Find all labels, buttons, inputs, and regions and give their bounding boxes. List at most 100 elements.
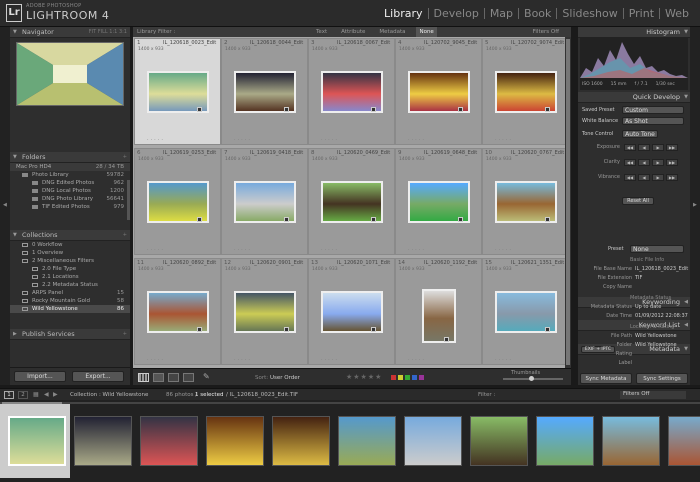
grid-view-icon[interactable]	[138, 373, 149, 382]
blue-label-icon[interactable]	[412, 375, 417, 380]
grid-cell[interactable]: 15 IL_120621_1351_Edit 1400 x 933 ·····	[482, 258, 569, 365]
rating-dots-icon[interactable]: ·····	[495, 247, 513, 253]
reset-all-button[interactable]: Reset All	[622, 197, 654, 205]
rating-dots-icon[interactable]: ·····	[408, 137, 426, 143]
qd-step-button[interactable]: ◀◀	[624, 144, 636, 151]
module-map[interactable]: Map	[485, 8, 520, 19]
module-print[interactable]: Print	[624, 8, 661, 19]
white-balance-dropdown[interactable]: As Shot	[622, 117, 684, 125]
grid-cell[interactable]: 10 IL_120620_0767_Edit 1400 x 933 ·····	[482, 148, 569, 255]
filter-tab-none[interactable]: None	[416, 27, 437, 37]
rating-dots-icon[interactable]: ·····	[147, 137, 165, 143]
collection-item[interactable]: 0 Workflow	[10, 241, 130, 249]
folder-item[interactable]: DNG Edited Photos 962	[10, 179, 130, 187]
metadata-row[interactable]: File Extension TIF	[578, 274, 690, 283]
qd-step-button[interactable]: ▶▶	[666, 159, 678, 166]
grid-cell[interactable]: 4 IL_120702_9045_Edit 1400 x 933 ·····	[395, 38, 482, 145]
filter-status[interactable]: Filters Off	[533, 27, 559, 37]
grid-cell[interactable]: 1 IL_120618_0023_Edit 1400 x 933 ·····	[134, 38, 221, 145]
module-web[interactable]: Web	[660, 8, 694, 19]
grid-cell[interactable]: 3 IL_120618_0067_Edit 1400 x 933 ·····	[308, 38, 395, 145]
filmstrip-thumbnail[interactable]	[206, 416, 264, 466]
rating-stars-icon[interactable]: ★★★★★	[346, 373, 382, 381]
rating-dots-icon[interactable]: ·····	[408, 247, 426, 253]
qd-step-button[interactable]: ▶▶	[666, 174, 678, 181]
grid-cell[interactable]: 8 IL_120620_0469_Edit 1400 x 933 ·····	[308, 148, 395, 255]
yellow-label-icon[interactable]	[398, 375, 403, 380]
rating-dots-icon[interactable]: ·····	[321, 357, 339, 363]
survey-view-icon[interactable]	[183, 373, 194, 382]
rating-dots-icon[interactable]: ·····	[321, 247, 339, 253]
loupe-view-icon[interactable]	[153, 373, 164, 382]
rating-dots-icon[interactable]: ·····	[321, 137, 339, 143]
rating-dots-icon[interactable]: ·····	[147, 247, 165, 253]
qd-step-button[interactable]: ▶	[652, 159, 664, 166]
filmstrip-thumbnail[interactable]	[668, 416, 700, 466]
filmstrip-filter-dropdown[interactable]: Filters Off	[620, 391, 686, 399]
metadata-preset-dropdown[interactable]: None	[630, 245, 684, 253]
folders-header[interactable]: ▼ Folders +	[10, 152, 130, 163]
navigator-preview[interactable]	[16, 42, 124, 106]
metadata-row[interactable]: Folder Wild Yellowstone	[578, 341, 690, 350]
qd-step-button[interactable]: ◀	[638, 144, 650, 151]
grid-cell[interactable]: 12 IL_120620_0901_Edit 1400 x 933 ·····	[221, 258, 308, 365]
compare-view-icon[interactable]	[168, 373, 179, 382]
collection-item[interactable]: 2.2 Metadata Status	[10, 281, 130, 289]
filmstrip-thumbnail[interactable]	[602, 416, 660, 466]
folder-item[interactable]: Photo Library 59782	[10, 171, 130, 179]
rating-dots-icon[interactable]: ·····	[408, 357, 426, 363]
collection-item[interactable]: Rocky Mountain Gold 58	[10, 297, 130, 305]
grid-cell[interactable]: 14 IL_120620_1192_Edit 1400 x 933 ·····	[395, 258, 482, 365]
qd-step-button[interactable]: ▶▶	[666, 144, 678, 151]
filmstrip-thumbnail[interactable]	[140, 416, 198, 466]
grid-cell[interactable]: 11 IL_120620_0892_Edit 1400 x 933 ·····	[134, 258, 221, 365]
green-label-icon[interactable]	[405, 375, 410, 380]
collections-header[interactable]: ▼ Collections +	[10, 230, 130, 241]
left-panel-scrollbar[interactable]	[127, 180, 130, 220]
export-button[interactable]: Export...	[72, 371, 124, 382]
folder-item[interactable]: TIF Edited Photos 979	[10, 203, 130, 211]
auto-tone-button[interactable]: Auto Tone	[622, 130, 658, 138]
metadata-row[interactable]: Copy Name	[578, 283, 690, 292]
grid-cell[interactable]: 7 IL_120619_0418_Edit 1400 x 933 ·····	[221, 148, 308, 255]
collection-item[interactable]: 1 Overview	[10, 249, 130, 257]
filmstrip-thumbnail[interactable]	[470, 416, 528, 466]
rating-dots-icon[interactable]: ·····	[495, 137, 513, 143]
painter-icon[interactable]: ✎	[203, 372, 210, 381]
saved-preset-dropdown[interactable]: Custom	[622, 106, 684, 114]
color-labels[interactable]	[391, 375, 424, 380]
filter-tab-text[interactable]: Text	[313, 27, 330, 37]
folder-item[interactable]: DNG Local Photos 1200	[10, 187, 130, 195]
page-2-button[interactable]: 2	[18, 391, 28, 399]
page-1-button[interactable]: 1	[4, 391, 14, 399]
right-panel-edge[interactable]: ▶	[690, 27, 700, 385]
rating-dots-icon[interactable]: ·····	[234, 137, 252, 143]
quick-develop-header[interactable]: Quick Develop ▼	[578, 92, 690, 103]
grid-cell[interactable]: 6 IL_120619_0253_Edit 1400 x 933 ·····	[134, 148, 221, 255]
collection-item[interactable]: ARPS Panel 15	[10, 289, 130, 297]
module-slideshow[interactable]: Slideshow	[557, 8, 624, 19]
purple-label-icon[interactable]	[419, 375, 424, 380]
import-button[interactable]: Import...	[14, 371, 66, 382]
qd-step-button[interactable]: ◀	[638, 174, 650, 181]
sort-dropdown[interactable]: User Order	[270, 375, 300, 381]
qd-step-button[interactable]: ▶	[652, 174, 664, 181]
navigator-header[interactable]: ▼ Navigator FIT FILL 1:1 3:1	[10, 27, 130, 38]
metadata-row[interactable]: File Path Wild Yellowstone	[578, 332, 690, 341]
qd-step-button[interactable]: ◀◀	[624, 159, 636, 166]
collection-item[interactable]: 2.1 Locations	[10, 273, 130, 281]
grid-scrollbar-track[interactable]	[565, 37, 571, 368]
drive-row[interactable]: Mac Pro HD4 28 / 34 TB	[10, 163, 130, 171]
thumbnail-size-slider[interactable]	[503, 376, 563, 381]
rating-dots-icon[interactable]: ·····	[234, 357, 252, 363]
filmstrip-thumbnail[interactable]	[8, 416, 66, 466]
grid-cell[interactable]: 5 IL_120702_9074_Edit 1400 x 933 ·····	[482, 38, 569, 145]
filmstrip-thumbnail[interactable]	[272, 416, 330, 466]
filmstrip-thumbnail[interactable]	[404, 416, 462, 466]
filmstrip-thumbnail[interactable]	[74, 416, 132, 466]
left-panel-edge[interactable]: ◀	[0, 27, 10, 385]
qd-step-button[interactable]: ◀◀	[624, 174, 636, 181]
module-library[interactable]: Library	[379, 8, 429, 19]
publish-header[interactable]: ▶ Publish Services +	[10, 329, 130, 340]
red-label-icon[interactable]	[391, 375, 396, 380]
